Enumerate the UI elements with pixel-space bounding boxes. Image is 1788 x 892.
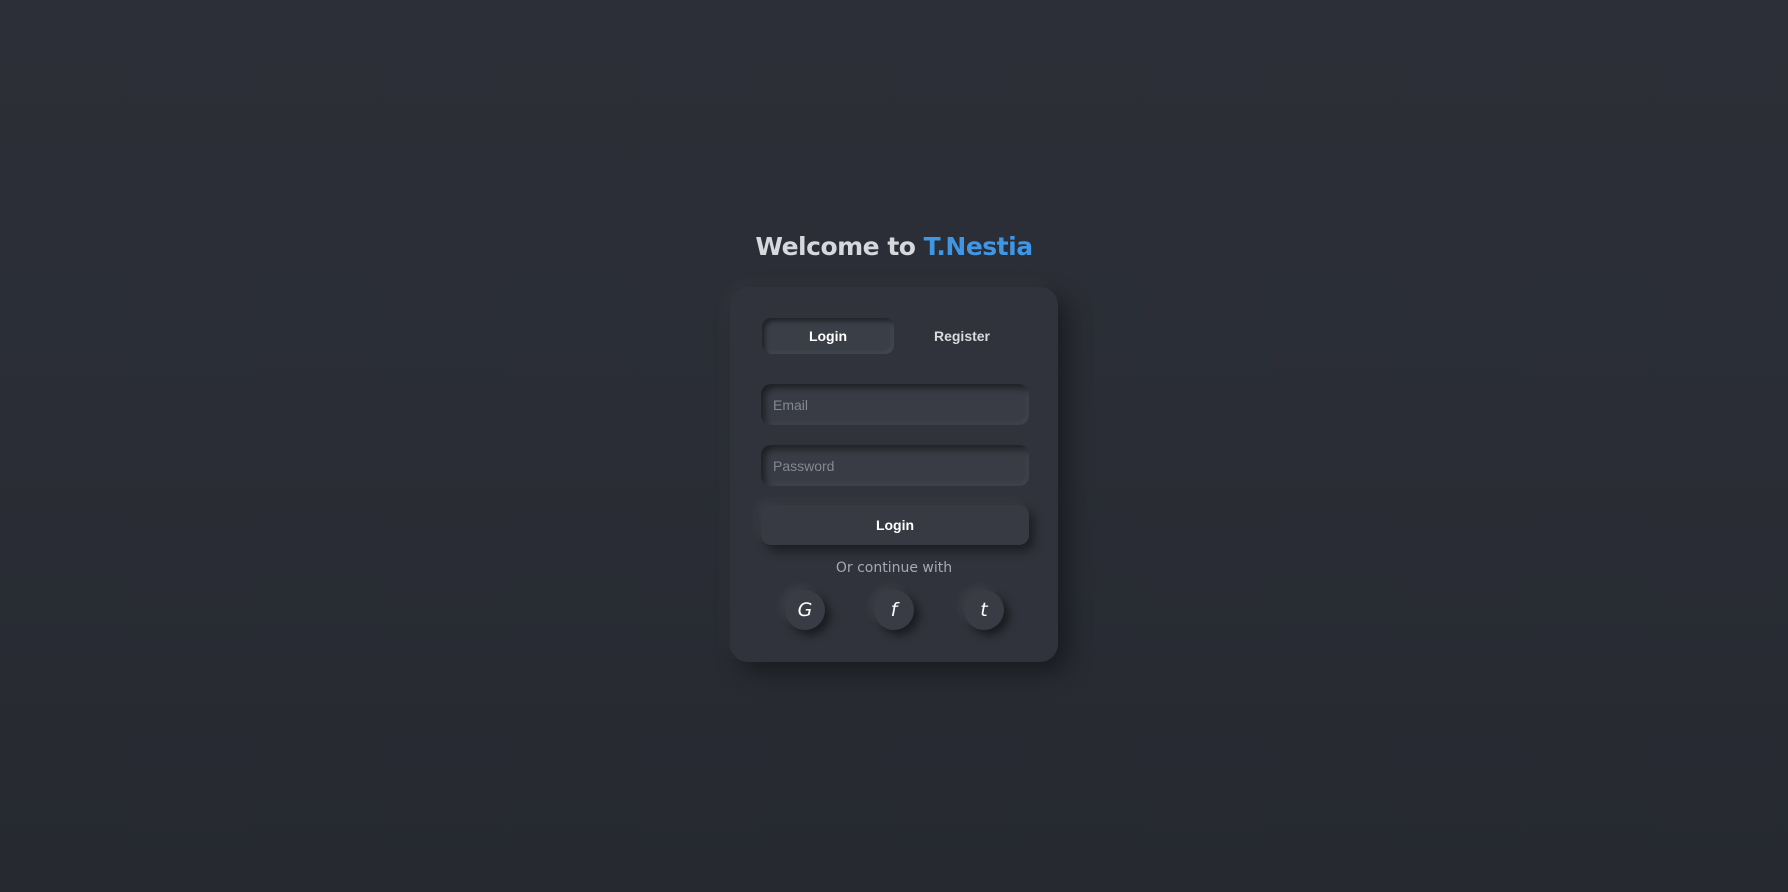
tab-register[interactable]: Register [896, 318, 1028, 354]
email-field[interactable] [761, 384, 1029, 425]
google-icon: G [797, 599, 813, 621]
tab-login[interactable]: Login [762, 318, 894, 354]
twitter-login-button[interactable]: t [964, 590, 1004, 630]
login-page: Welcome to T.Nestia Login Register Login… [0, 0, 1788, 892]
facebook-login-button[interactable]: f [874, 590, 914, 630]
welcome-text: Welcome to [755, 232, 924, 261]
continue-with-label: Or continue with [835, 560, 953, 576]
google-login-button[interactable]: G [785, 590, 825, 630]
page-title: Welcome to T.Nestia [0, 230, 1788, 264]
facebook-icon: f [890, 599, 898, 621]
brand-name: T.Nestia [923, 232, 1033, 261]
login-card: Login Register Login Or continue with G … [730, 287, 1058, 662]
login-button[interactable]: Login [761, 505, 1029, 545]
twitter-icon: t [980, 599, 988, 621]
auth-tabs: Login Register [762, 318, 1026, 354]
password-field[interactable] [761, 445, 1029, 486]
